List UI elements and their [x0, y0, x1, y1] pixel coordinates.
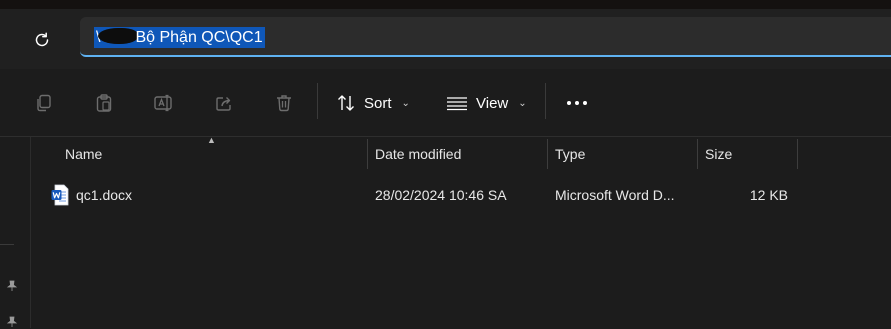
paste-icon — [96, 94, 112, 112]
more-icon — [567, 101, 587, 105]
paste-button[interactable] — [92, 91, 116, 115]
delete-icon — [277, 95, 291, 112]
column-header-type[interactable]: Type — [555, 137, 695, 173]
sort-label: Sort — [364, 94, 392, 112]
view-label: View — [476, 94, 509, 112]
column-divider[interactable] — [367, 139, 368, 169]
toolbar-separator — [545, 83, 546, 119]
delete-button[interactable] — [272, 91, 296, 115]
more-options-button[interactable] — [565, 91, 589, 115]
column-header-row: ▲ Name Date modified Type Size — [31, 135, 891, 173]
rename-icon — [154, 94, 172, 112]
sort-icon — [338, 95, 354, 111]
view-button[interactable]: View ⌄ — [446, 89, 527, 117]
column-header-date-modified[interactable]: Date modified — [375, 137, 545, 173]
chevron-down-icon: ⌄ — [518, 97, 527, 109]
address-area: \Bộ Phận QC\QC1 — [0, 9, 891, 69]
word-document-icon — [51, 184, 69, 206]
refresh-button[interactable] — [30, 28, 54, 52]
address-bar[interactable]: \Bộ Phận QC\QC1 — [80, 17, 891, 57]
toolbar-separator — [317, 83, 318, 119]
file-row[interactable]: qc1.docx 28/02/2024 10:46 SA Microsoft W… — [31, 176, 891, 214]
chevron-down-icon: ⌄ — [401, 97, 410, 109]
file-name[interactable]: qc1.docx — [76, 176, 356, 214]
column-divider[interactable] — [797, 139, 798, 169]
column-header-name[interactable]: Name — [65, 137, 365, 173]
address-path: Bộ Phận QC\QC1 — [135, 29, 263, 46]
address-text[interactable]: \Bộ Phận QC\QC1 — [94, 27, 265, 48]
copy-icon — [37, 94, 51, 112]
command-bar: Sort ⌄ View ⌄ — [0, 69, 891, 137]
navigation-pane — [0, 137, 31, 328]
title-strip — [0, 0, 891, 9]
pin-icon[interactable] — [5, 279, 19, 293]
column-divider[interactable] — [547, 139, 548, 169]
redacted-segment — [98, 28, 139, 44]
column-divider[interactable] — [697, 139, 698, 169]
file-size: 12 KB — [749, 187, 788, 203]
copy-button[interactable] — [32, 91, 56, 115]
file-date-modified: 28/02/2024 10:46 SA — [375, 187, 507, 203]
pin-icon[interactable] — [5, 315, 19, 329]
view-icon — [447, 97, 467, 111]
refresh-icon — [35, 32, 49, 47]
sort-button[interactable]: Sort ⌄ — [336, 89, 410, 117]
share-icon — [216, 97, 231, 111]
file-type: Microsoft Word D... — [555, 187, 675, 203]
column-header-size[interactable]: Size — [705, 137, 795, 173]
share-button[interactable] — [212, 91, 236, 115]
nav-divider — [0, 244, 14, 245]
rename-button[interactable] — [152, 91, 176, 115]
